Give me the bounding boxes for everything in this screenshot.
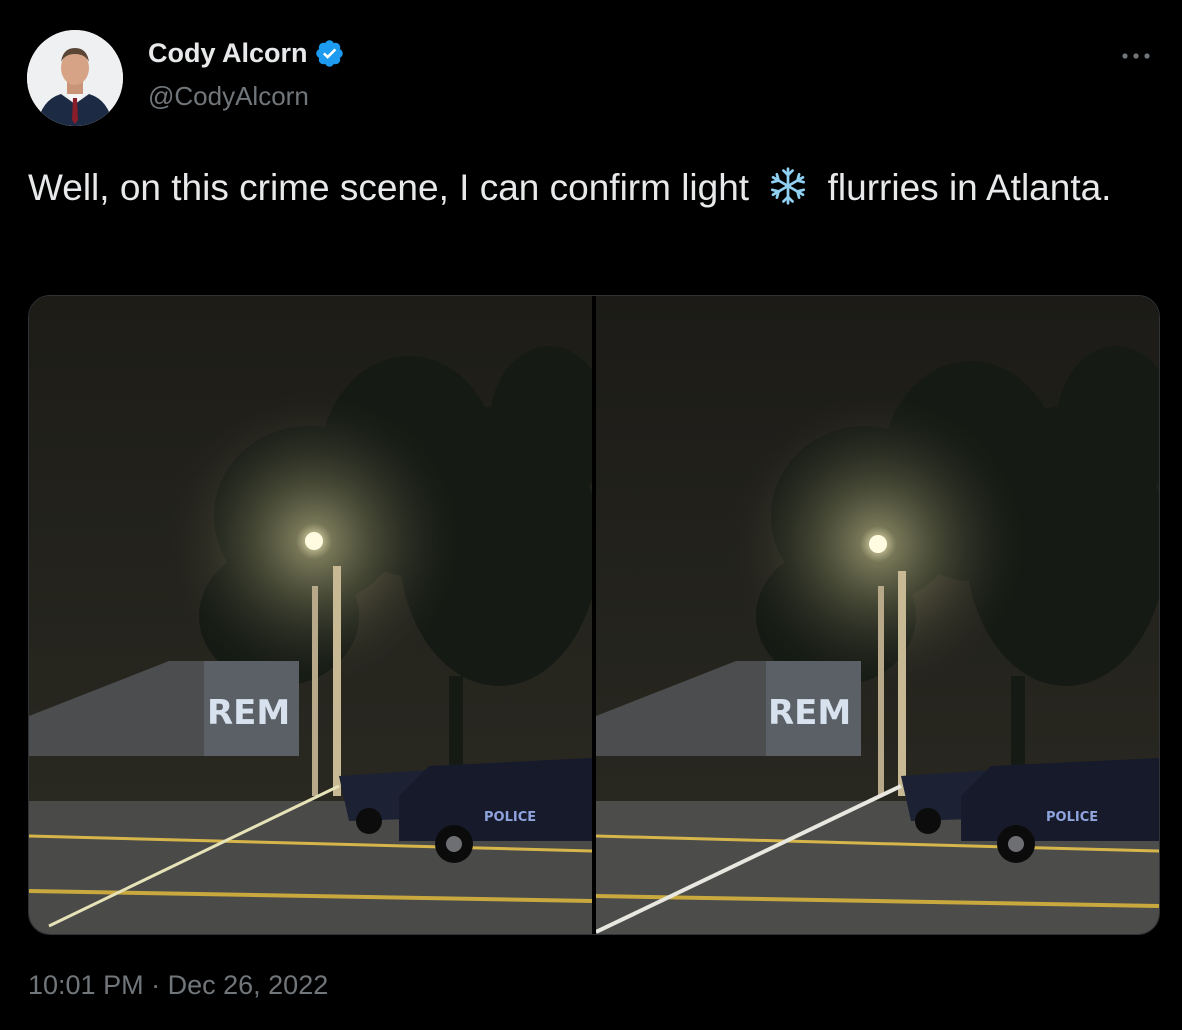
timestamp-time: 10:01 PM bbox=[28, 970, 144, 1000]
more-options-button[interactable] bbox=[1118, 44, 1154, 68]
timestamp-link[interactable]: 10:01 PM · Dec 26, 2022 bbox=[28, 970, 328, 1000]
rem-sign-1: REM bbox=[207, 693, 290, 733]
police-text-2: POLICE bbox=[1046, 810, 1098, 825]
tweet-timestamp: 10:01 PM · Dec 26, 2022 bbox=[28, 970, 328, 1001]
media-grid: REM POLICE REM POLICE bbox=[28, 295, 1160, 935]
snowflake-icon bbox=[763, 166, 813, 206]
photo-1[interactable]: REM POLICE bbox=[29, 296, 592, 934]
author-display-name[interactable]: Cody Alcorn bbox=[148, 38, 308, 69]
police-text-1: POLICE bbox=[484, 810, 536, 825]
tweet-text-part-1: Well, on this crime scene, I can confirm… bbox=[28, 167, 750, 208]
author-name-row[interactable]: Cody Alcorn bbox=[148, 38, 345, 69]
verified-badge-icon bbox=[314, 38, 345, 69]
timestamp-separator: · bbox=[151, 970, 161, 1000]
ellipsis-icon bbox=[1122, 53, 1150, 59]
avatar[interactable] bbox=[27, 30, 123, 126]
tweet-text-part-2: flurries in Atlanta. bbox=[827, 167, 1112, 208]
author-handle[interactable]: @CodyAlcorn bbox=[148, 81, 309, 112]
rem-sign-2: REM bbox=[768, 693, 851, 733]
tweet-text: Well, on this crime scene, I can confirm… bbox=[28, 160, 1168, 216]
photo-2[interactable]: REM POLICE bbox=[596, 296, 1159, 934]
timestamp-date: Dec 26, 2022 bbox=[167, 970, 329, 1000]
